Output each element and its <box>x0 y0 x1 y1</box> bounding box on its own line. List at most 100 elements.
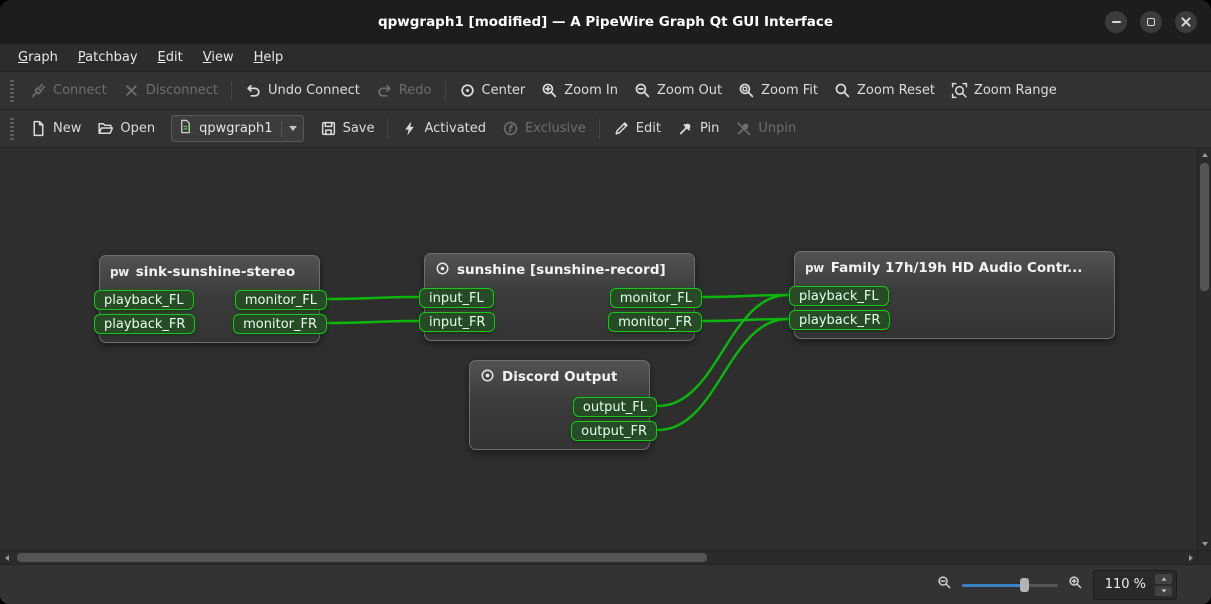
menu-graph[interactable]: Graph <box>8 44 68 71</box>
connection-wire[interactable] <box>328 297 418 299</box>
patchbay-toolbar: New Open qpwgraph1 Save Activated f Excl… <box>0 110 1211 148</box>
port-playback-fr[interactable]: playback_FR <box>789 310 890 330</box>
vertical-scrollbar[interactable] <box>1197 148 1211 550</box>
port-monitor-fl[interactable]: monitor_FL <box>610 288 702 308</box>
menu-help[interactable]: Help <box>244 44 294 71</box>
patchbay-combo[interactable]: qpwgraph1 <box>171 115 303 142</box>
connection-wires <box>0 148 1197 550</box>
toolbar-separator <box>387 119 388 139</box>
node-sink-sunshine-stereo[interactable]: pw sink-sunshine-stereo playback_FL moni… <box>99 255 320 343</box>
zoom-fit-icon <box>738 82 755 99</box>
zoom-in-button[interactable]: Zoom In <box>533 77 626 104</box>
horizontal-scrollbar[interactable] <box>0 550 1197 564</box>
statusbar: 110 % <box>0 564 1211 604</box>
menu-patchbay[interactable]: Patchbay <box>68 44 148 71</box>
zoom-in-mini-icon[interactable] <box>1068 575 1083 594</box>
node-title: Family 17h/19h HD Audio Contr... <box>831 260 1083 276</box>
zoom-range-button[interactable]: Zoom Range <box>943 77 1065 104</box>
port-output-fl[interactable]: output_FL <box>573 397 657 417</box>
open-button[interactable]: Open <box>89 115 163 142</box>
zoom-reset-icon <box>834 82 851 99</box>
toolbar-drag-handle[interactable] <box>10 80 14 102</box>
node-header[interactable]: Discord Output <box>470 361 649 393</box>
zoom-fit-button[interactable]: Zoom Fit <box>730 77 826 104</box>
pipewire-icon: pw <box>805 261 824 275</box>
graph-toolbar: Connect Disconnect Undo Connect Redo Cen… <box>0 72 1211 110</box>
edit-button[interactable]: Edit <box>605 115 669 142</box>
node-header[interactable]: pw sink-sunshine-stereo <box>100 256 319 288</box>
maximize-button[interactable] <box>1140 11 1162 33</box>
menu-edit[interactable]: Edit <box>148 44 193 71</box>
save-button[interactable]: Save <box>312 115 383 142</box>
zoom-range-icon <box>951 82 968 99</box>
titlebar[interactable]: qpwgraph1 [modified] — A PipeWire Graph … <box>0 0 1211 44</box>
scroll-down-arrow-icon[interactable] <box>1198 537 1211 550</box>
node-title: Discord Output <box>502 369 617 385</box>
zoom-out-button[interactable]: Zoom Out <box>626 77 730 104</box>
zoom-spinbox[interactable]: 110 % <box>1093 570 1177 600</box>
center-button[interactable]: Center <box>451 77 534 104</box>
exclusive-button[interactable]: f Exclusive <box>494 115 594 142</box>
port-playback-fl[interactable]: playback_FL <box>789 286 889 306</box>
zoom-slider[interactable] <box>962 577 1058 593</box>
node-header[interactable]: pw Family 17h/19h HD Audio Contr... <box>795 252 1114 284</box>
patchbay-file-icon <box>178 119 193 138</box>
port-list: output_FL output_FR <box>470 393 649 449</box>
scroll-up-arrow-icon[interactable] <box>1198 148 1211 161</box>
graph-view: pw sink-sunshine-stereo playback_FL moni… <box>0 148 1211 564</box>
node-header[interactable]: sunshine [sunshine-record] <box>425 254 694 286</box>
node-sunshine[interactable]: sunshine [sunshine-record] input_FL moni… <box>424 253 695 341</box>
disconnect-icon <box>123 82 140 99</box>
combo-dropdown-arrow-icon[interactable] <box>281 121 297 137</box>
close-button[interactable] <box>1175 11 1197 33</box>
menu-view[interactable]: View <box>193 44 244 71</box>
toolbar-drag-handle[interactable] <box>10 118 14 140</box>
new-button[interactable]: New <box>22 115 89 142</box>
node-title: sunshine [sunshine-record] <box>457 262 666 278</box>
graph-canvas[interactable]: pw sink-sunshine-stereo playback_FL moni… <box>0 148 1197 550</box>
zoom-spin-up-button[interactable] <box>1155 574 1172 584</box>
menubar: Graph Patchbay Edit View Help <box>0 44 1211 72</box>
pin-icon <box>677 120 694 137</box>
toolbar-separator <box>599 119 600 139</box>
undo-connect-button[interactable]: Undo Connect <box>237 77 368 104</box>
vertical-scroll-thumb[interactable] <box>1200 163 1209 291</box>
port-list: playback_FL playback_FR <box>795 284 1114 338</box>
port-list: playback_FL monitor_FL playback_FR monit… <box>100 288 319 342</box>
node-family-hd-audio[interactable]: pw Family 17h/19h HD Audio Contr... play… <box>794 251 1115 339</box>
window-controls <box>1105 11 1211 33</box>
port-output-fr[interactable]: output_FR <box>571 421 657 441</box>
zoom-slider-handle[interactable] <box>1020 578 1029 592</box>
connection-wire[interactable] <box>328 321 418 323</box>
zoom-out-mini-icon[interactable] <box>937 575 952 594</box>
port-monitor-fr[interactable]: monitor_FR <box>233 314 327 334</box>
scroll-right-arrow-icon[interactable] <box>1184 551 1197 565</box>
zoom-spin-down-button[interactable] <box>1155 586 1172 596</box>
unpin-button[interactable]: Unpin <box>727 115 804 142</box>
node-discord-output[interactable]: Discord Output output_FL output_FR <box>469 360 650 450</box>
horizontal-scroll-thumb[interactable] <box>17 553 707 562</box>
port-playback-fl[interactable]: playback_FL <box>94 290 194 310</box>
port-monitor-fr[interactable]: monitor_FR <box>608 312 702 332</box>
connect-button[interactable]: Connect <box>22 77 115 104</box>
pin-button[interactable]: Pin <box>669 115 727 142</box>
zoom-in-icon <box>541 82 558 99</box>
scroll-left-arrow-icon[interactable] <box>0 551 13 565</box>
unpin-icon <box>735 120 752 137</box>
zoom-out-icon <box>634 82 651 99</box>
minimize-button[interactable] <box>1105 11 1127 33</box>
connect-icon <box>30 82 47 99</box>
port-input-fl[interactable]: input_FL <box>419 288 494 308</box>
toolbar-separator <box>445 81 446 101</box>
zoom-reset-button[interactable]: Zoom Reset <box>826 77 943 104</box>
scrollbar-corner <box>1197 550 1211 564</box>
activated-button[interactable]: Activated <box>393 115 494 142</box>
exclusive-icon: f <box>502 120 519 137</box>
port-playback-fr[interactable]: playback_FR <box>94 314 195 334</box>
redo-button[interactable]: Redo <box>368 77 440 104</box>
port-input-fr[interactable]: input_FR <box>419 312 495 332</box>
disconnect-button[interactable]: Disconnect <box>115 77 226 104</box>
patchbay-combo-value: qpwgraph1 <box>199 121 272 136</box>
qpwgraph-window: qpwgraph1 [modified] — A PipeWire Graph … <box>0 0 1211 604</box>
port-monitor-fl[interactable]: monitor_FL <box>235 290 327 310</box>
